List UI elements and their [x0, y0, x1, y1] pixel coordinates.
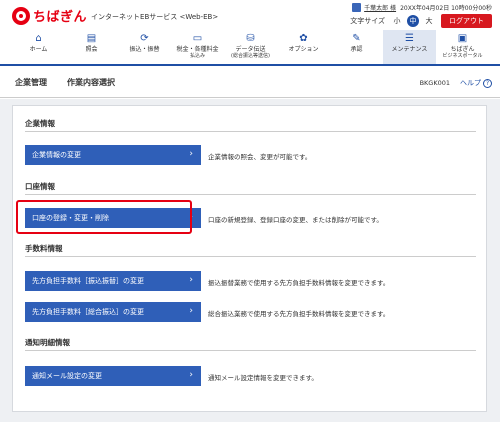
divider — [25, 131, 476, 132]
nav-label: ホーム — [29, 46, 48, 53]
nav-label: オプション — [288, 46, 319, 53]
portal-icon: ▣ — [457, 33, 468, 44]
nav-sublabel: ビジネスポータル — [442, 53, 483, 59]
button-label: 先方負担手数料［振込振替］の変更 — [32, 277, 144, 285]
highlight-frame — [16, 200, 192, 234]
chevron-right-icon: › — [189, 306, 193, 316]
section-title-notice: 通知明細情報 — [25, 338, 70, 347]
approval-icon: ✎ — [352, 33, 361, 44]
help-link[interactable]: ヘルプ ? — [460, 78, 492, 88]
nav-sublabel: 払込み — [189, 53, 205, 59]
nav-home[interactable]: ⌂ ホーム — [12, 30, 65, 64]
notice-mail-setting-change-button[interactable]: 通知メール設定の変更 › — [25, 366, 201, 386]
data-transfer-icon: ⛁ — [246, 33, 255, 44]
chevron-right-icon: › — [189, 370, 193, 380]
nav-label: 承認 — [350, 46, 363, 53]
nav-maintenance[interactable]: ☰ メンテナンス — [383, 30, 436, 64]
nav-transfer[interactable]: ⟳ 振込・振替 — [118, 30, 171, 64]
nav-label: メンテナンス — [391, 46, 428, 53]
logout-button[interactable]: ログアウト — [441, 14, 492, 28]
corp-info-change-button[interactable]: 企業情報の変更 › — [25, 145, 201, 165]
transfer-icon: ⟳ — [140, 33, 149, 44]
user-info: 千葉太郎 様 20XX年04月02日 10時00分00秒 — [352, 3, 492, 12]
font-size-medium-button[interactable]: 中 — [407, 15, 419, 27]
nav-sublabel: (総合振込等送信) — [231, 53, 270, 59]
bank-logo: ちばぎん インターネットEBサービス <Web-EB> — [12, 6, 218, 25]
chevron-right-icon: › — [189, 149, 193, 159]
page-title: 作業内容選択 — [67, 78, 115, 87]
nav-label: 振込・振替 — [129, 46, 160, 53]
nav-option[interactable]: ✿ オプション — [277, 30, 330, 64]
font-size-control: 文字サイズ 小 中 大 ログアウト — [350, 14, 492, 28]
section-title-corp: 企業情報 — [25, 119, 55, 128]
nav-label: データ伝送 — [235, 46, 266, 53]
section-title-fee: 手数料情報 — [25, 244, 63, 253]
chevron-right-icon: › — [189, 275, 193, 285]
last-login-time: 20XX年04月02日 10時00分00秒 — [400, 5, 492, 12]
nav-approval[interactable]: ✎ 承認 — [330, 30, 383, 64]
service-name: インターネットEBサービス <Web-EB> — [91, 13, 219, 21]
divider — [25, 194, 476, 195]
font-size-small-button[interactable]: 小 — [391, 15, 403, 27]
fee-bulk-transfer-description: 総合振込業務で使用する先方負担手数料情報を変更できます。 — [208, 310, 390, 318]
account-description: 口座の新規登録、登録口座の変更、または削除が可能です。 — [208, 216, 383, 224]
global-nav: ⌂ ホーム ▤ 照会 ⟳ 振込・振替 ▭ 税金・各種料金 払込み ⛁ データ伝送… — [0, 30, 500, 66]
button-label: 企業情報の変更 — [32, 151, 81, 159]
brand-name: ちばぎん — [33, 10, 88, 25]
nav-label: ちばぎん — [450, 46, 475, 53]
inquiry-icon: ▤ — [86, 33, 97, 44]
top-header: ちばぎん インターネットEBサービス <Web-EB> 千葉太郎 様 20XX年… — [0, 0, 500, 30]
user-name-link[interactable]: 千葉太郎 様 — [364, 3, 396, 12]
font-size-large-button[interactable]: 大 — [423, 15, 435, 27]
divider — [25, 350, 476, 351]
nav-business-portal[interactable]: ▣ ちばぎん ビジネスポータル — [436, 30, 489, 64]
nav-label: 税金・各種料金 — [176, 46, 219, 53]
divider — [25, 256, 476, 257]
maintenance-icon: ☰ — [405, 33, 414, 44]
fee-transfer-description: 振込振替業務で使用する先方負担手数料情報を変更できます。 — [208, 279, 390, 287]
font-size-label: 文字サイズ — [350, 17, 385, 25]
tax-payment-icon: ▭ — [192, 33, 203, 44]
fee-transfer-change-button[interactable]: 先方負担手数料［振込振替］の変更 › — [25, 271, 201, 291]
corp-info-description: 企業情報の照会、変更が可能です。 — [208, 153, 312, 161]
section-title-account: 口座情報 — [25, 182, 55, 191]
nav-inquiry[interactable]: ▤ 照会 — [65, 30, 118, 64]
nav-label: 照会 — [85, 46, 98, 53]
fee-bulk-transfer-change-button[interactable]: 先方負担手数料［総合振込］の変更 › — [25, 302, 201, 322]
help-icon: ? — [483, 78, 492, 88]
option-icon: ✿ — [299, 33, 308, 44]
user-icon — [352, 3, 362, 12]
home-icon: ⌂ — [35, 33, 42, 44]
nav-tax-payment[interactable]: ▭ 税金・各種料金 払込み — [171, 30, 224, 64]
screen-id: BKGK001 — [419, 79, 450, 87]
page-header: 企業管理 作業内容選択 BKGK001 ヘルプ ? — [0, 68, 500, 98]
nav-data-transfer[interactable]: ⛁ データ伝送 (総合振込等送信) — [224, 30, 277, 64]
help-label: ヘルプ — [460, 79, 481, 87]
button-label: 通知メール設定の変更 — [32, 372, 102, 380]
logo-mark-icon — [12, 6, 30, 25]
notice-mail-description: 通知メール設定情報を変更できます。 — [208, 374, 318, 382]
menu-panel: 企業情報 企業情報の変更 › 企業情報の照会、変更が可能です。 口座情報 口座の… — [12, 105, 487, 412]
button-label: 先方負担手数料［総合振込］の変更 — [32, 308, 144, 316]
breadcrumb-category: 企業管理 — [15, 78, 47, 87]
